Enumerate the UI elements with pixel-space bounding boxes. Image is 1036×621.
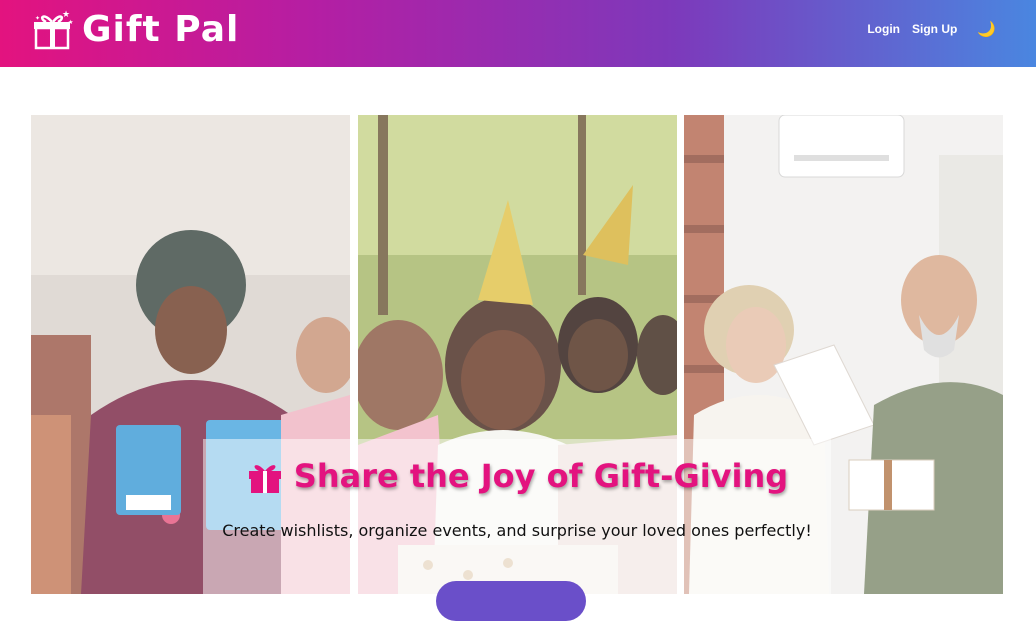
get-started-button[interactable] xyxy=(436,581,586,621)
hero-title: Share the Joy of Gift-Giving xyxy=(203,457,831,495)
brand-name: Gift Pal xyxy=(82,9,240,50)
hero-card: Share the Joy of Gift-Giving Create wish… xyxy=(203,439,831,621)
gift-icon xyxy=(248,465,281,493)
moon-icon[interactable]: 🌙 xyxy=(977,20,996,38)
signup-link[interactable]: Sign Up xyxy=(912,22,957,36)
hero-subtitle: Create wishlists, organize events, and s… xyxy=(222,521,812,540)
svg-text:★: ★ xyxy=(68,19,73,26)
brand[interactable]: ★ ★ ✦ Gift Pal xyxy=(32,8,239,52)
svg-text:✦: ✦ xyxy=(35,15,40,22)
top-navbar: ★ ★ ✦ Gift Pal Login Sign Up 🌙 xyxy=(0,0,1036,67)
hero-section: Share the Joy of Gift-Giving Create wish… xyxy=(31,115,1003,621)
gift-logo-icon: ★ ★ ✦ xyxy=(34,10,73,50)
hero-title-text: Share the Joy of Gift-Giving xyxy=(293,457,789,495)
nav-links: Login Sign Up 🌙 xyxy=(855,0,996,57)
login-link[interactable]: Login xyxy=(867,22,900,36)
